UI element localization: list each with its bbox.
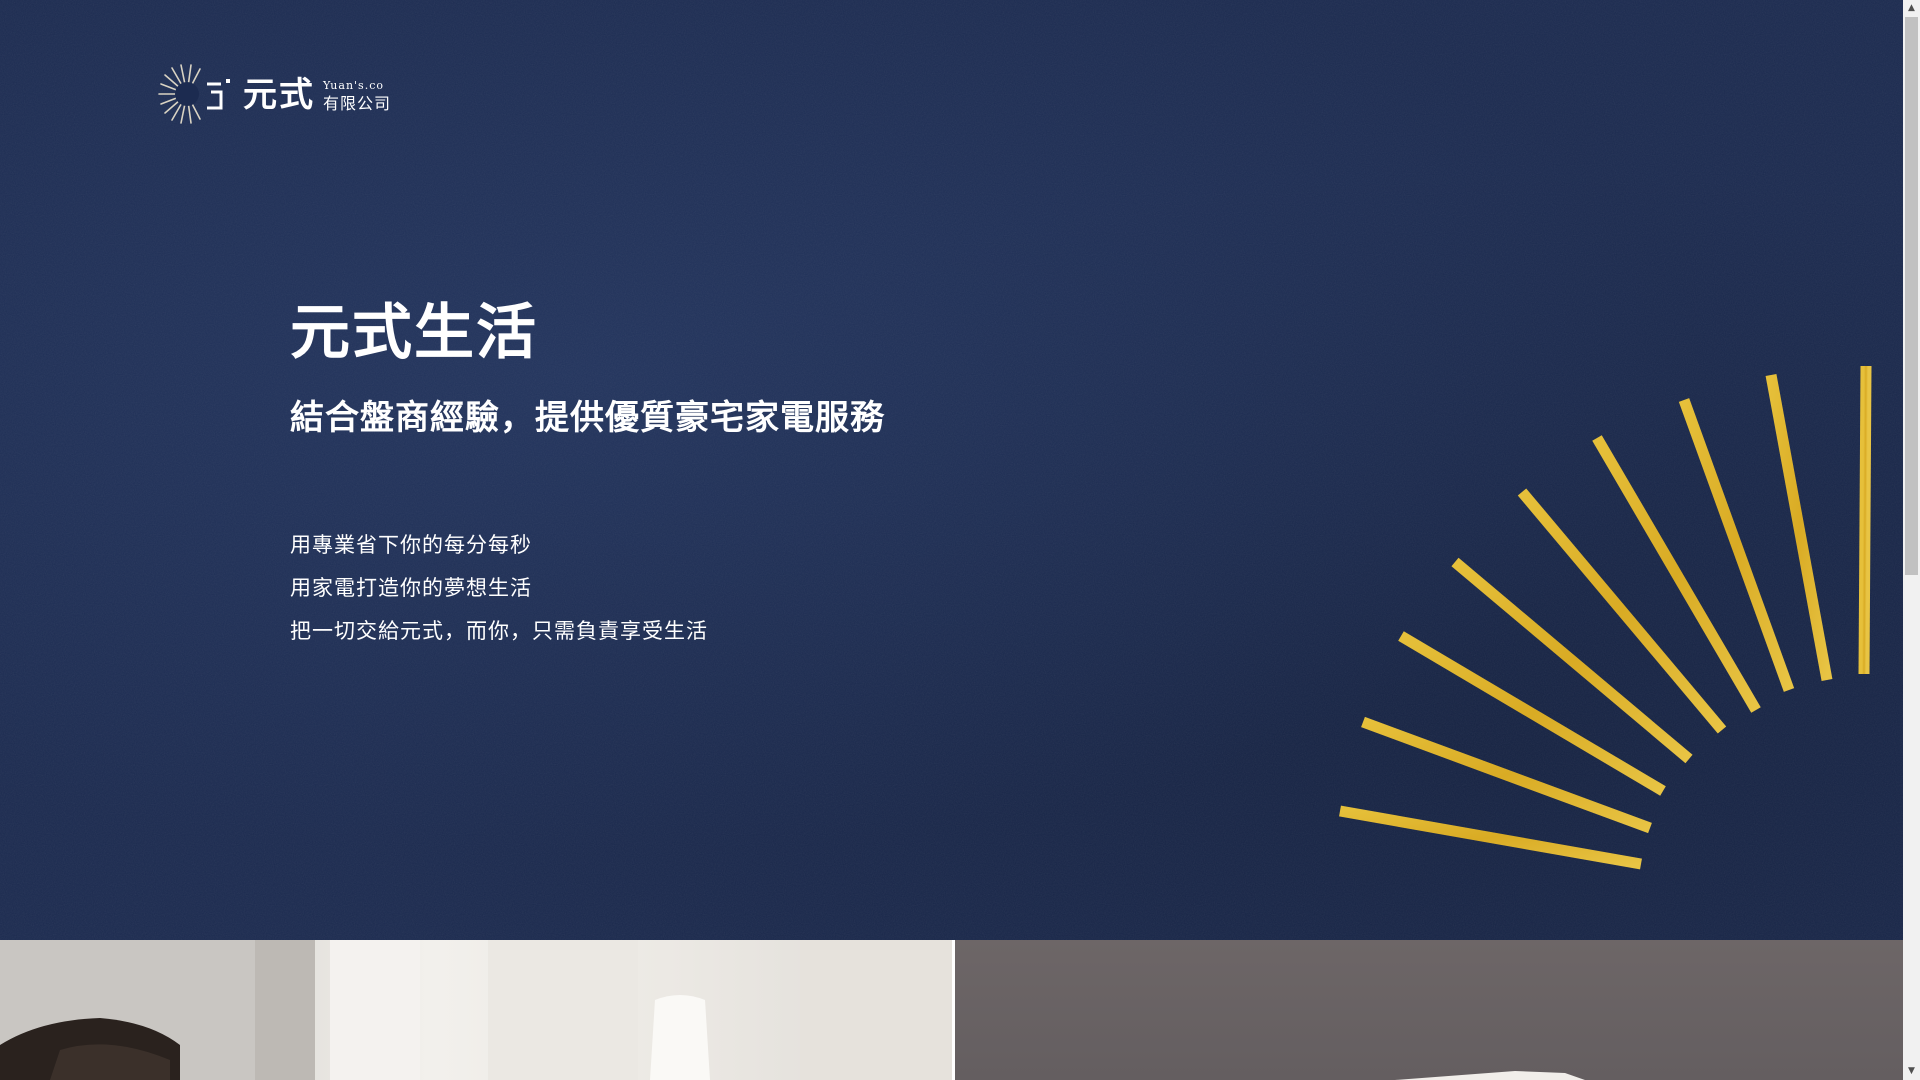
brand-logo[interactable]: 元式 Yuan's.co 有限公司 — [155, 62, 400, 126]
gold-ray — [1451, 557, 1693, 764]
hero-title: 元式生活 — [290, 298, 538, 368]
scroll-down-icon[interactable]: ▼ — [1903, 1063, 1920, 1080]
logo-wordmark: 元式 — [243, 75, 315, 115]
tagline-item: 用家電打造你的夢想生活 — [290, 576, 532, 600]
vertical-scrollbar[interactable]: ▲ ▼ — [1903, 0, 1920, 1080]
gold-ray — [1858, 365, 1872, 675]
page: 元式 Yuan's.co 有限公司 元式生活 結合盤商經驗，提供優質豪宅家電服務… — [0, 0, 1920, 1080]
sunburst-logo-icon — [158, 64, 230, 124]
gold-ray — [1765, 374, 1833, 681]
gold-ray — [1398, 631, 1666, 796]
gold-rays-graphic — [1331, 365, 1872, 911]
scroll-up-icon[interactable]: ▲ — [1903, 0, 1920, 17]
photo-man-kitchen — [0, 940, 952, 1080]
gold-ray — [1678, 398, 1795, 692]
hero-subtitle: 結合盤商經驗，提供優質豪宅家電服務 — [290, 398, 885, 438]
lifestyle-photo-left — [0, 940, 952, 1080]
photo-appliance — [1395, 1071, 1585, 1080]
logo-company-suffix: 有限公司 — [323, 94, 392, 113]
tagline-item: 把一切交給元式，而你，只需負責享受生活 — [290, 619, 708, 643]
tagline-list: 用專業省下你的每分每秒 用家電打造你的夢想生活 把一切交給元式，而你，只需負責享… — [290, 528, 708, 657]
hero-section: 元式 Yuan's.co 有限公司 元式生活 結合盤商經驗，提供優質豪宅家電服務… — [0, 0, 1903, 940]
tagline-item: 用專業省下你的每分每秒 — [290, 533, 532, 557]
gold-ray — [1361, 716, 1652, 834]
lifestyle-photo-right — [955, 940, 1903, 1080]
scrollbar-thumb[interactable] — [1905, 17, 1918, 575]
logo-english-name: Yuan's.co — [323, 79, 384, 92]
gold-ray — [1339, 805, 1642, 870]
